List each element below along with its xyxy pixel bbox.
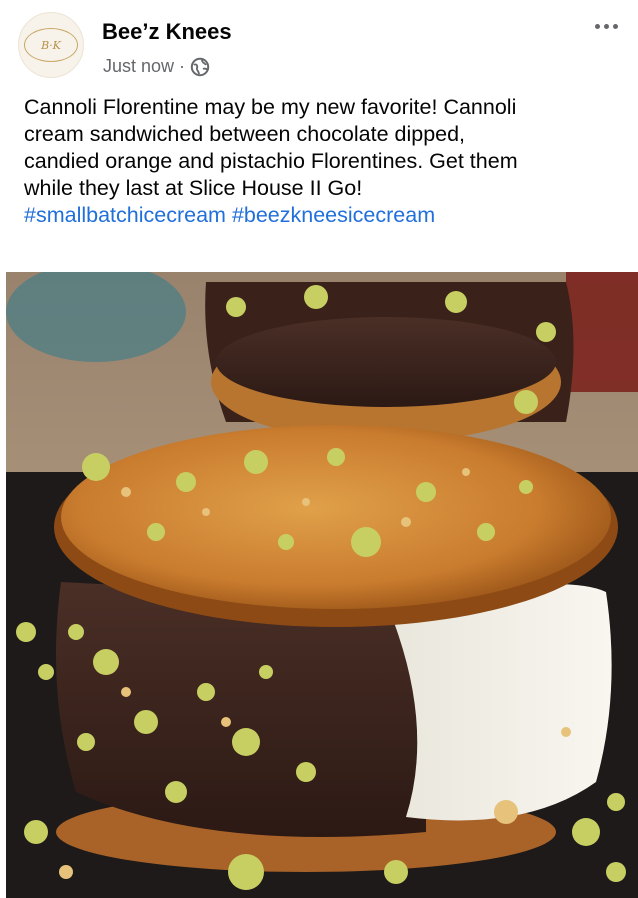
post-meta: Just now · [103, 56, 210, 77]
page-avatar[interactable]: B·K [18, 12, 84, 78]
post-timestamp[interactable]: Just now [103, 56, 174, 77]
post-header: B·K Bee’z Knees Just now · [0, 0, 638, 88]
meta-separator: · [179, 56, 186, 76]
caption-line: cream sandwiched between chocolate dippe… [24, 122, 466, 146]
hashtag-row: #smallbatchicecream #beezkneesicecream [24, 202, 624, 229]
hashtag-link[interactable]: #beezkneesicecream [232, 203, 435, 227]
caption-line: Cannoli Florentine may be my new favorit… [24, 95, 517, 119]
post-photo[interactable] [6, 272, 638, 898]
hashtag-link[interactable]: #smallbatchicecream [24, 203, 226, 227]
caption-line: while they last at Slice House II Go! [24, 176, 363, 200]
page-name-link[interactable]: Bee’z Knees [102, 19, 232, 45]
brand-logo: B·K [24, 28, 78, 62]
more-options-icon[interactable] [588, 12, 624, 40]
globe-icon [190, 57, 210, 77]
caption-line: candied orange and pistachio Florentines… [24, 149, 518, 173]
post-caption: Cannoli Florentine may be my new favorit… [24, 94, 624, 229]
